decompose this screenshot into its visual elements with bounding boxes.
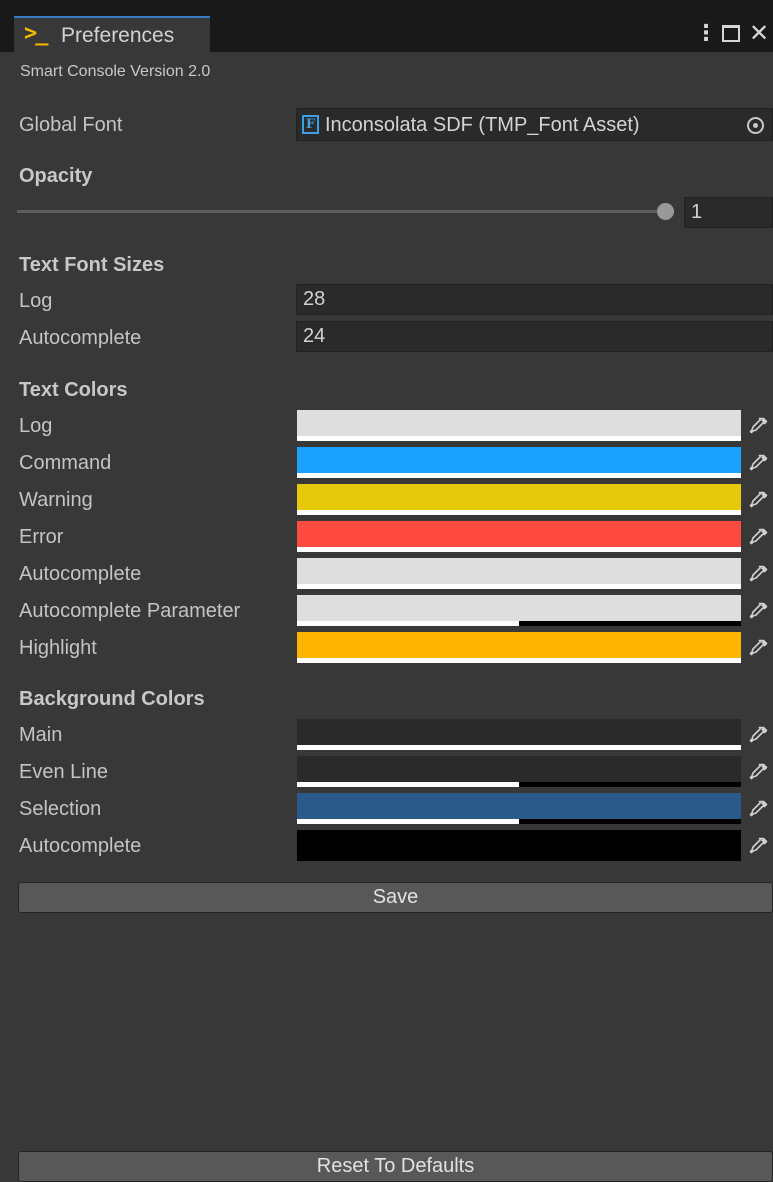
object-picker-icon[interactable] — [742, 112, 768, 138]
save-button[interactable]: Save — [18, 882, 773, 913]
eyedropper-icon[interactable] — [744, 632, 773, 663]
alpha-bar — [297, 782, 519, 787]
text-color-warning-swatch[interactable] — [297, 484, 741, 515]
text-color-autocomplete-swatch[interactable] — [297, 558, 741, 589]
eyedropper-icon[interactable] — [744, 719, 773, 750]
alpha-bar — [297, 584, 741, 589]
text-colors-header: Text Colors — [19, 379, 128, 401]
bg-color-autocomplete-swatch[interactable] — [297, 830, 741, 861]
tab-bar: >_ Preferences ⋮ ✕ — [0, 0, 773, 52]
alpha-bar — [297, 473, 741, 478]
alpha-bar — [297, 658, 741, 663]
text-color-autocomplete-label: Autocomplete — [19, 563, 142, 585]
eyedropper-icon[interactable] — [744, 410, 773, 441]
global-font-value: Inconsolata SDF (TMP_Font Asset) — [325, 114, 640, 136]
version-label: Smart Console Version 2.0 — [20, 63, 211, 80]
opacity-slider-thumb[interactable] — [657, 203, 674, 220]
text-color-log-label: Log — [19, 415, 53, 437]
alpha-bar — [297, 819, 519, 824]
bg-color-main-swatch[interactable] — [297, 719, 741, 750]
text-color-autocomplete-parameter-label: Autocomplete Parameter — [19, 600, 241, 622]
eyedropper-icon[interactable] — [744, 595, 773, 626]
alpha-bar — [297, 510, 741, 515]
reset-to-defaults-button[interactable]: Reset To Defaults — [18, 1151, 773, 1182]
bg-color-selection-swatch[interactable] — [297, 793, 741, 824]
text-color-log-swatch[interactable] — [297, 410, 741, 441]
text-color-error-label: Error — [19, 526, 64, 548]
font-asset-icon: F — [302, 115, 319, 134]
text-color-command-swatch[interactable] — [297, 447, 741, 478]
alpha-bar — [297, 621, 519, 626]
text-color-command-label: Command — [19, 452, 112, 474]
global-font-field[interactable]: F Inconsolata SDF (TMP_Font Asset) — [296, 108, 773, 141]
alpha-bar-background — [297, 856, 741, 861]
text-color-warning-label: Warning — [19, 489, 93, 511]
eyedropper-icon[interactable] — [744, 484, 773, 515]
bg-color-even-line-swatch[interactable] — [297, 756, 741, 787]
close-icon[interactable]: ✕ — [745, 19, 773, 47]
tab-preferences[interactable]: >_ Preferences — [14, 16, 210, 52]
bg-color-main-label: Main — [19, 724, 63, 746]
opacity-input[interactable]: 1 — [684, 197, 773, 228]
maximize-icon[interactable] — [717, 19, 745, 47]
bg-color-even-line-label: Even Line — [19, 761, 108, 783]
font-size-log-label: Log — [19, 290, 53, 312]
global-font-label: Global Font — [19, 114, 123, 136]
alpha-bar — [297, 547, 741, 552]
preferences-window: >_ Preferences ⋮ ✕ Smart Console Version… — [0, 0, 773, 1182]
alpha-bar — [297, 745, 741, 750]
alpha-bar — [297, 436, 741, 441]
font-sizes-header: Text Font Sizes — [19, 254, 165, 276]
font-size-log-input[interactable]: 28 — [296, 284, 773, 315]
bg-color-selection-label: Selection — [19, 798, 102, 820]
terminal-icon: >_ — [24, 21, 48, 46]
font-size-autocomplete-input[interactable]: 24 — [296, 321, 773, 352]
text-color-highlight-label: Highlight — [19, 637, 97, 659]
eyedropper-icon[interactable] — [744, 521, 773, 552]
opacity-header: Opacity — [19, 165, 93, 187]
eyedropper-icon[interactable] — [744, 558, 773, 589]
window-controls: ⋮ ✕ — [695, 18, 773, 48]
eyedropper-icon[interactable] — [744, 756, 773, 787]
tab-title: Preferences — [61, 24, 175, 47]
text-color-autocomplete-parameter-swatch[interactable] — [297, 595, 741, 626]
eyedropper-icon[interactable] — [744, 830, 773, 861]
eyedropper-icon[interactable] — [744, 793, 773, 824]
menu-icon[interactable]: ⋮ — [695, 19, 717, 47]
opacity-slider-track[interactable] — [17, 210, 665, 213]
text-color-highlight-swatch[interactable] — [297, 632, 741, 663]
background-colors-header: Background Colors — [19, 688, 205, 710]
bg-color-autocomplete-label: Autocomplete — [19, 835, 142, 857]
eyedropper-icon[interactable] — [744, 447, 773, 478]
text-color-error-swatch[interactable] — [297, 521, 741, 552]
font-size-autocomplete-label: Autocomplete — [19, 327, 142, 349]
